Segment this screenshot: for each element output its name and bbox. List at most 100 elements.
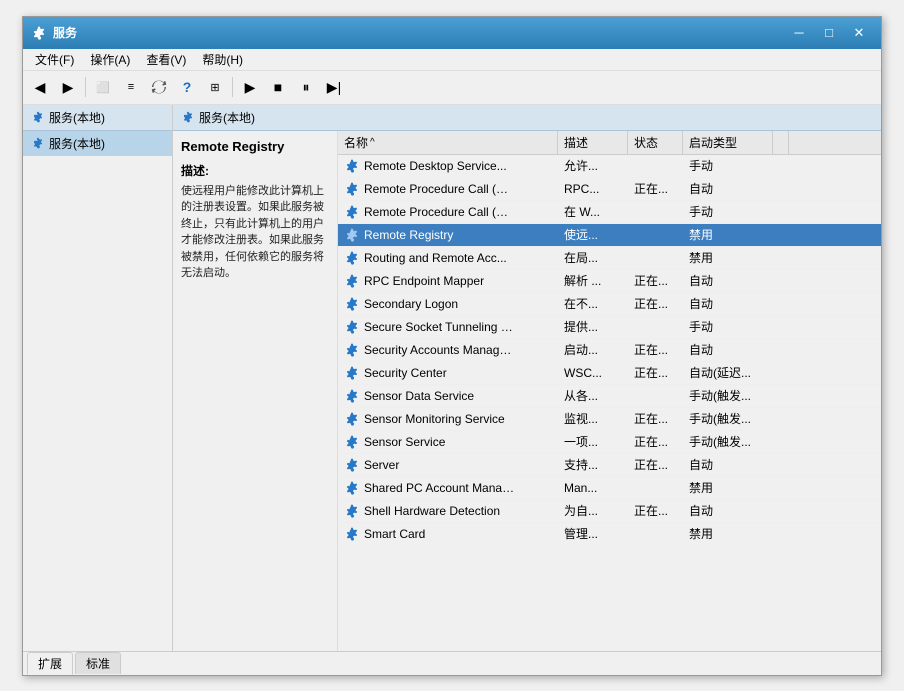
- list-item[interactable]: Security CenterWSC...正在...自动(延迟...: [338, 362, 881, 385]
- menu-file[interactable]: 文件(F): [27, 49, 82, 70]
- service-name-text: Secure Socket Tunneling …: [364, 320, 513, 334]
- header-status[interactable]: 状态: [628, 131, 683, 154]
- gear-icon: [344, 181, 360, 197]
- gear-icon: [344, 457, 360, 473]
- list-item[interactable]: Security Accounts Manag…启动...正在...自动: [338, 339, 881, 362]
- menu-action[interactable]: 操作(A): [82, 49, 138, 70]
- service-startup-cell: 自动: [683, 178, 773, 200]
- service-desc-cell: 为自...: [558, 500, 628, 522]
- right-panel: 服务(本地) Remote Registry 描述: 使远程用户能修改此计算机上…: [173, 105, 881, 651]
- header-name[interactable]: 名称 ^: [338, 131, 558, 154]
- service-space-cell: [773, 201, 789, 223]
- list-item[interactable]: Sensor Data Service从各...手动(触发...: [338, 385, 881, 408]
- service-space-cell: [773, 500, 789, 522]
- gear-icon: [344, 480, 360, 496]
- gear-icon: [344, 503, 360, 519]
- service-name-text: RPC Endpoint Mapper: [364, 274, 484, 288]
- list-item[interactable]: Remote Procedure Call (…在 W...手动: [338, 201, 881, 224]
- restore-button[interactable]: □: [815, 22, 843, 44]
- close-button[interactable]: ✕: [845, 22, 873, 44]
- service-name-cell: Shared PC Account Mana…: [338, 477, 558, 499]
- list-item[interactable]: Secondary Logon在不...正在...自动: [338, 293, 881, 316]
- left-panel-header: 服务(本地): [23, 105, 172, 131]
- list-item[interactable]: Remote Procedure Call (…RPC...正在...自动: [338, 178, 881, 201]
- gear-icon: [344, 250, 360, 266]
- service-status-cell: 正在...: [628, 339, 683, 361]
- service-status-cell: [628, 523, 683, 545]
- panel-header-icon: [31, 110, 45, 124]
- tree-item-label: 服务(本地): [49, 135, 105, 152]
- list-item[interactable]: Shared PC Account Mana…Man...禁用: [338, 477, 881, 500]
- service-space-cell: [773, 408, 789, 430]
- service-status-cell: [628, 385, 683, 407]
- service-name-cell: Security Accounts Manag…: [338, 339, 558, 361]
- list-item[interactable]: Shell Hardware Detection为自...正在...自动: [338, 500, 881, 523]
- service-name-text: Sensor Service: [364, 435, 445, 449]
- title-bar-controls: ─ □ ✕: [785, 22, 873, 44]
- service-name-cell: Secure Socket Tunneling …: [338, 316, 558, 338]
- refresh-icon: [151, 79, 167, 95]
- gear-icon: [344, 342, 360, 358]
- list-item[interactable]: Sensor Monitoring Service监视...正在...手动(触发…: [338, 408, 881, 431]
- list-item[interactable]: RPC Endpoint Mapper解析 ...正在...自动: [338, 270, 881, 293]
- service-status-cell: 正在...: [628, 362, 683, 384]
- main-window: 服务 ─ □ ✕ 文件(F) 操作(A) 查看(V) 帮助(H) ◀ ▶ ⬜ ≡…: [22, 16, 882, 676]
- service-name-text: Remote Procedure Call (…: [364, 205, 508, 219]
- service-name-text: Sensor Data Service: [364, 389, 474, 403]
- forward-button[interactable]: ▶: [55, 74, 81, 100]
- show-hide-button[interactable]: ⬜: [90, 74, 116, 100]
- service-name-text: Remote Desktop Service...: [364, 159, 507, 173]
- help-button[interactable]: ?: [174, 74, 200, 100]
- menu-bar: 文件(F) 操作(A) 查看(V) 帮助(H): [23, 49, 881, 71]
- service-space-cell: [773, 523, 789, 545]
- menu-help[interactable]: 帮助(H): [194, 49, 251, 70]
- back-button[interactable]: ◀: [27, 74, 53, 100]
- header-startup[interactable]: 启动类型: [683, 131, 773, 154]
- start-button[interactable]: ▶: [237, 74, 263, 100]
- service-startup-cell: 手动(触发...: [683, 385, 773, 407]
- title-bar-left: 服务: [31, 24, 77, 41]
- service-startup-cell: 手动(触发...: [683, 431, 773, 453]
- service-name-text: Shared PC Account Mana…: [364, 481, 514, 495]
- header-desc[interactable]: 描述: [558, 131, 628, 154]
- service-name-cell: Sensor Service: [338, 431, 558, 453]
- gear-icon: [344, 227, 360, 243]
- status-bar: 扩展 标准: [23, 651, 881, 675]
- service-startup-cell: 手动(触发...: [683, 408, 773, 430]
- stop-button[interactable]: ■: [265, 74, 291, 100]
- service-name-text: Sensor Monitoring Service: [364, 412, 505, 426]
- menu-view[interactable]: 查看(V): [138, 49, 194, 70]
- tab-extend[interactable]: 扩展: [27, 652, 73, 675]
- service-list[interactable]: 名称 ^ 描述 状态 启动类型: [338, 131, 881, 651]
- refresh-button[interactable]: [146, 74, 172, 100]
- service-startup-cell: 手动: [683, 316, 773, 338]
- list-item[interactable]: Smart Card管理... 禁用: [338, 523, 881, 546]
- list-item[interactable]: Server支持...正在...自动: [338, 454, 881, 477]
- list-item[interactable]: Remote Desktop Service...允许...手动: [338, 155, 881, 178]
- service-name-cell: Smart Card: [338, 523, 558, 545]
- list-item[interactable]: Sensor Service一项...正在...手动(触发...: [338, 431, 881, 454]
- pause-button[interactable]: ⏸: [293, 74, 319, 100]
- list-item[interactable]: Secure Socket Tunneling …提供...手动: [338, 316, 881, 339]
- service-startup-cell: 手动: [683, 155, 773, 177]
- resume-button[interactable]: ▶|: [321, 74, 347, 100]
- service-desc-cell: 一项...: [558, 431, 628, 453]
- service-status-cell: 正在...: [628, 408, 683, 430]
- tree-item-services-local[interactable]: 服务(本地): [23, 131, 172, 156]
- list-item[interactable]: Routing and Remote Acc...在局...禁用: [338, 247, 881, 270]
- toolbar-separator-2: [232, 77, 233, 97]
- tab-standard[interactable]: 标准: [75, 652, 121, 674]
- service-name-cell: Secondary Logon: [338, 293, 558, 315]
- header-scroll-space: [773, 131, 789, 154]
- list-item[interactable]: Remote Registry使远...禁用: [338, 224, 881, 247]
- service-space-cell: [773, 155, 789, 177]
- service-desc-cell: 管理...: [558, 523, 628, 545]
- minimize-button[interactable]: ─: [785, 22, 813, 44]
- service-startup-cell: 禁用: [683, 523, 773, 545]
- properties-button[interactable]: ⊞: [202, 74, 228, 100]
- gear-icon: [344, 411, 360, 427]
- service-startup-cell: 自动: [683, 500, 773, 522]
- list-button[interactable]: ≡: [118, 74, 144, 100]
- service-space-cell: [773, 316, 789, 338]
- service-name-text: Security Center: [364, 366, 447, 380]
